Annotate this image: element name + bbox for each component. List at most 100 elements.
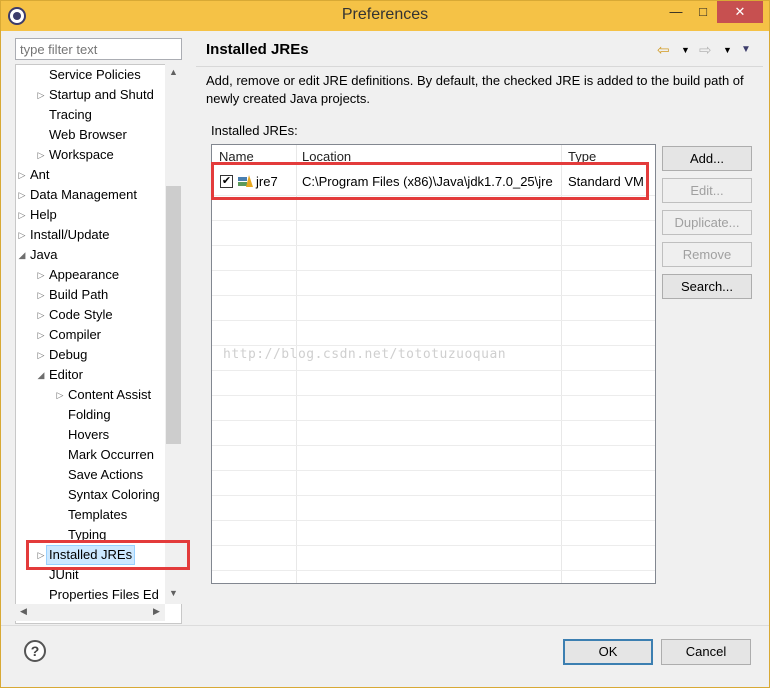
expand-arrow-icon[interactable]: ◢ <box>17 245 27 265</box>
tree-item[interactable]: Save Actions <box>16 465 166 485</box>
expand-arrow-icon[interactable]: ▷ <box>36 85 46 105</box>
row-divider <box>212 370 655 371</box>
row-divider <box>212 345 655 346</box>
cancel-button[interactable]: Cancel <box>661 639 751 665</box>
filter-input[interactable] <box>15 38 182 60</box>
ok-button[interactable]: OK <box>563 639 653 665</box>
add-button[interactable]: Add... <box>662 146 752 171</box>
row-divider <box>212 320 655 321</box>
page-description: Add, remove or edit JRE definitions. By … <box>206 73 744 106</box>
tree-item[interactable]: ▷ Build Path <box>16 285 166 305</box>
scroll-thumb[interactable] <box>166 186 181 444</box>
expand-arrow-icon[interactable] <box>55 405 65 425</box>
tree-item-label: Compiler <box>49 327 102 342</box>
expand-arrow-icon[interactable]: ▷ <box>17 225 27 245</box>
tree-item-label: Web Browser <box>49 127 127 142</box>
remove-button[interactable]: Remove <box>662 242 752 267</box>
tree-item[interactable]: ▷ Compiler <box>16 325 166 345</box>
tree-item[interactable]: Hovers <box>16 425 166 445</box>
tree-item[interactable]: ▷ Data Management <box>16 185 166 205</box>
edit-button[interactable]: Edit... <box>662 178 752 203</box>
tree-item-label: Service Policies <box>49 67 141 82</box>
row-divider <box>212 495 655 496</box>
scroll-up-icon[interactable]: ▲ <box>165 67 182 77</box>
column-divider <box>296 145 297 583</box>
tree-item[interactable]: ▷ Content Assist <box>16 385 166 405</box>
duplicate-button[interactable]: Duplicate... <box>662 210 752 235</box>
jre-row-highlight <box>211 162 649 200</box>
tree-item[interactable]: Web Browser <box>16 125 166 145</box>
back-dropdown-icon[interactable]: ▼ <box>681 45 690 55</box>
expand-arrow-icon[interactable] <box>55 485 65 505</box>
expand-arrow-icon[interactable] <box>36 65 46 85</box>
tree-item[interactable]: Service Policies <box>16 65 166 85</box>
tree-item[interactable]: ▷ Workspace <box>16 145 166 165</box>
expand-arrow-icon[interactable] <box>55 465 65 485</box>
help-icon[interactable]: ? <box>24 640 46 662</box>
expand-arrow-icon[interactable]: ▷ <box>17 165 27 185</box>
expand-arrow-icon[interactable]: ◢ <box>36 365 46 385</box>
close-button[interactable]: ✕ <box>717 1 763 23</box>
expand-arrow-icon[interactable]: ▷ <box>36 345 46 365</box>
scroll-left-icon[interactable]: ◀ <box>15 606 32 617</box>
tree-item-label: Mark Occurren <box>68 447 154 462</box>
title-separator <box>196 66 763 67</box>
tree-item[interactable]: ▷ Code Style <box>16 305 166 325</box>
expand-arrow-icon[interactable] <box>36 105 46 125</box>
expand-arrow-icon[interactable] <box>36 125 46 145</box>
expand-arrow-icon[interactable]: ▷ <box>17 185 27 205</box>
row-divider <box>212 445 655 446</box>
footer-separator <box>1 625 769 626</box>
tree-item[interactable]: ◢ Editor <box>16 365 166 385</box>
tree-item[interactable]: Mark Occurren <box>16 445 166 465</box>
tree-item[interactable]: Tracing <box>16 105 166 125</box>
tree-item[interactable]: ▷ Install/Update <box>16 225 166 245</box>
expand-arrow-icon[interactable]: ▷ <box>36 325 46 345</box>
tree-item[interactable]: Syntax Coloring <box>16 485 166 505</box>
forward-arrow-icon[interactable]: ⇨ <box>699 41 712 59</box>
tree-item[interactable]: ▷ Startup and Shutd <box>16 85 166 105</box>
expand-arrow-icon[interactable]: ▷ <box>36 265 46 285</box>
scroll-right-icon[interactable]: ▶ <box>148 606 165 617</box>
expand-arrow-icon[interactable] <box>55 505 65 525</box>
expand-arrow-icon[interactable]: ▷ <box>17 205 27 225</box>
tree-horizontal-scrollbar[interactable]: ◀ ▶ <box>15 604 165 621</box>
tree-item-label: Ant <box>30 167 50 182</box>
tree-item[interactable]: ◢ Java <box>16 245 166 265</box>
tree-item[interactable]: Folding <box>16 405 166 425</box>
expand-arrow-icon[interactable]: ▷ <box>36 285 46 305</box>
tree-item-label: Tracing <box>49 107 92 122</box>
row-divider <box>212 520 655 521</box>
maximize-button[interactable]: □ <box>690 1 716 23</box>
tree-item[interactable]: ▷ Ant <box>16 165 166 185</box>
tree-item-label: Debug <box>49 347 88 362</box>
tree-item-label: Build Path <box>49 287 109 302</box>
page-title: Installed JREs <box>206 41 309 58</box>
expand-arrow-icon[interactable] <box>55 445 65 465</box>
forward-dropdown-icon[interactable]: ▼ <box>723 45 732 55</box>
tree-item-label: Appearance <box>49 267 120 282</box>
tree-item[interactable]: ▷ Debug <box>16 345 166 365</box>
expand-arrow-icon[interactable] <box>36 585 46 605</box>
tree-item-label: Code Style <box>49 307 113 322</box>
back-arrow-icon[interactable]: ⇦ <box>657 41 670 59</box>
tree-item[interactable]: ▷ Help <box>16 205 166 225</box>
scroll-down-icon[interactable]: ▼ <box>165 588 182 598</box>
row-divider <box>212 420 655 421</box>
tree-item[interactable]: Templates <box>16 505 166 525</box>
tree-item-label: Folding <box>68 407 111 422</box>
minimize-button[interactable]: — <box>663 1 689 23</box>
tree-item-label: Java <box>30 247 58 262</box>
expand-arrow-icon[interactable] <box>55 425 65 445</box>
search-button[interactable]: Search... <box>662 274 752 299</box>
tree-item[interactable]: Properties Files Ed <box>16 585 166 605</box>
tree-vertical-scrollbar[interactable]: ▲ ▼ <box>165 64 182 604</box>
expand-arrow-icon[interactable]: ▷ <box>36 145 46 165</box>
expand-arrow-icon[interactable]: ▷ <box>55 385 65 405</box>
row-divider <box>212 470 655 471</box>
view-menu-icon[interactable]: ▼ <box>741 44 751 55</box>
tree-item[interactable]: ▷ Appearance <box>16 265 166 285</box>
row-divider <box>212 245 655 246</box>
tree-item-label: Workspace <box>49 147 114 162</box>
expand-arrow-icon[interactable]: ▷ <box>36 305 46 325</box>
